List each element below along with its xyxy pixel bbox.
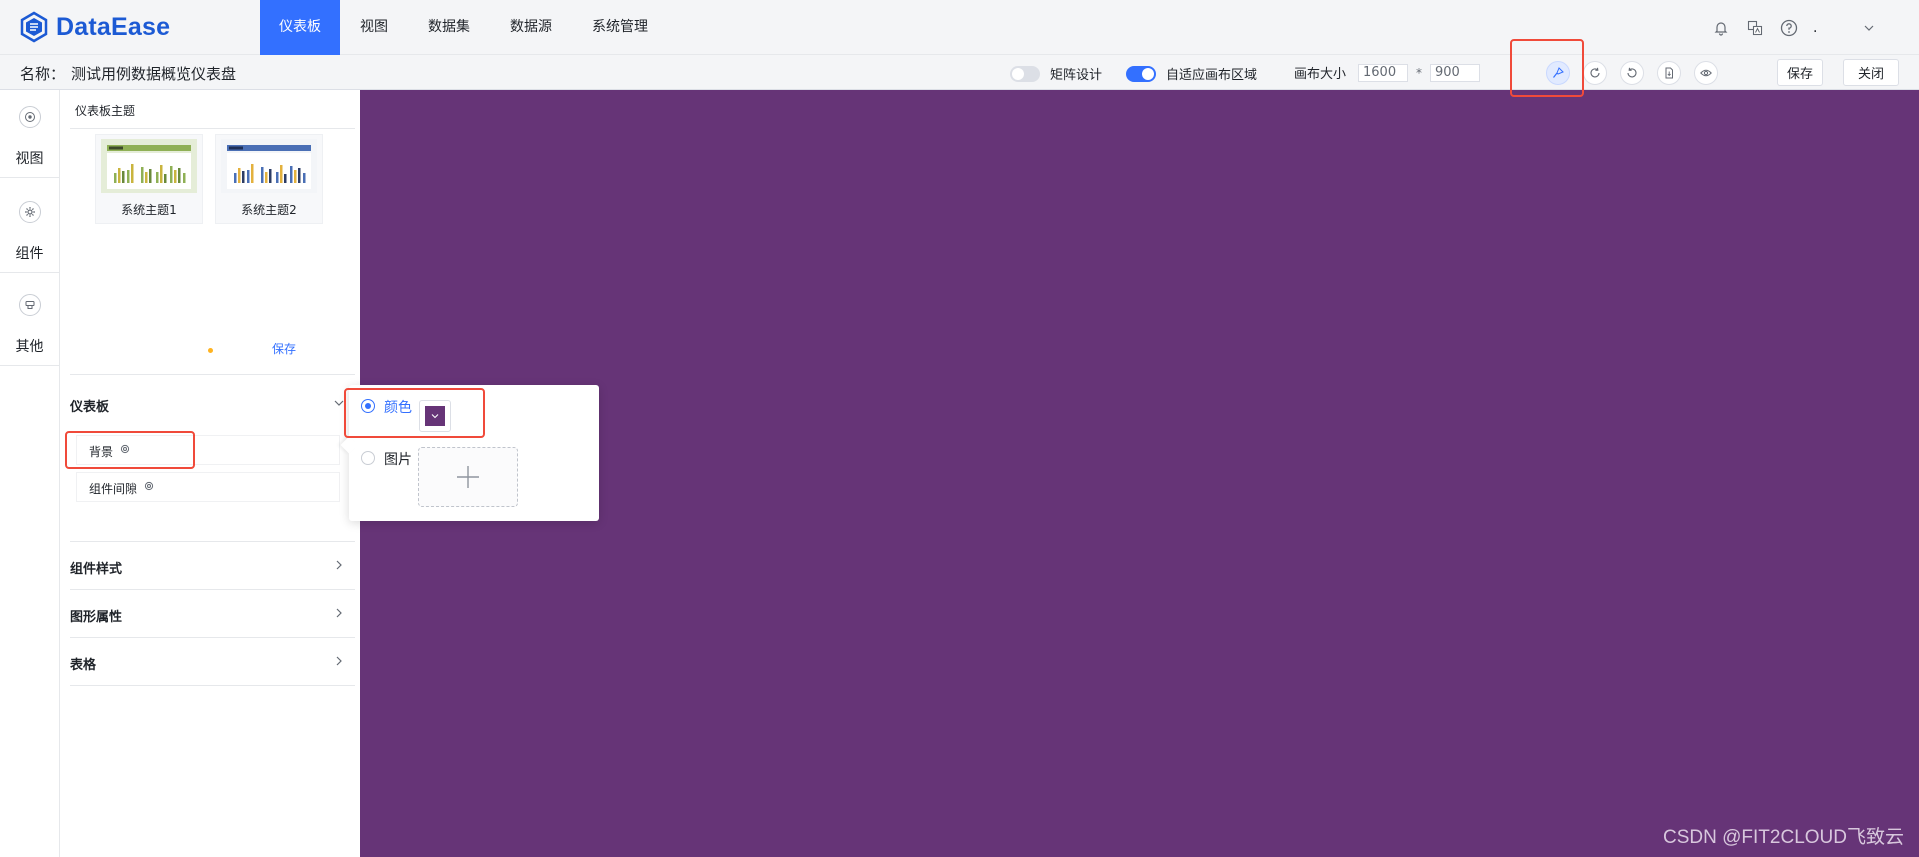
- top-navbar: DataEase 仪表板 视图 数据集 数据源 系统管理 .: [0, 0, 1919, 55]
- theme-1-thumbnail: [101, 139, 197, 193]
- canvas-width-input[interactable]: 1600: [1358, 63, 1409, 82]
- close-button[interactable]: 关闭: [1843, 59, 1899, 86]
- section-component-style[interactable]: 组件样式: [70, 542, 355, 590]
- chevron-down-icon: [431, 414, 439, 419]
- logo[interactable]: DataEase: [18, 10, 170, 44]
- rail-label-other: 其他: [15, 339, 44, 355]
- auto-fit-switch[interactable]: [1126, 65, 1156, 82]
- background-popover: 颜色 图片: [340, 385, 599, 521]
- refresh-icon[interactable]: [1583, 61, 1607, 85]
- section-graphic-props[interactable]: 图形属性: [70, 590, 355, 638]
- main-nav: 仪表板 视图 数据集 数据源 系统管理: [260, 0, 668, 55]
- divider: [70, 128, 355, 129]
- gear-icon[interactable]: [119, 443, 131, 458]
- chevron-right-icon: [333, 652, 345, 671]
- chevron-down-icon[interactable]: [1859, 18, 1879, 38]
- dashboard-name-label: 名称：: [20, 65, 66, 83]
- radio-color-label[interactable]: 颜色: [384, 397, 412, 417]
- rail-item-view[interactable]: 视图: [0, 90, 59, 178]
- theme-2-thumbnail: [221, 139, 317, 193]
- nav-item-view[interactable]: 视图: [340, 0, 408, 55]
- divider: [70, 374, 355, 375]
- logo-icon: [20, 11, 48, 43]
- nav-item-datasource[interactable]: 数据源: [490, 0, 572, 55]
- matrix-design-toggle-group: 矩阵设计: [1010, 64, 1102, 83]
- top-right-tools: .: [1697, 0, 1879, 55]
- watermark: CSDN @FIT2CLOUD飞致云: [1663, 827, 1904, 848]
- chevron-right-icon: [333, 556, 345, 575]
- plus-icon: [457, 466, 479, 488]
- theme-save-link[interactable]: 保存: [272, 340, 296, 357]
- dashboard-name-value[interactable]: 测试用例数据概览仪表盘: [71, 65, 236, 83]
- left-icon-rail: 视图 组件 其他: [0, 90, 60, 857]
- undo-icon[interactable]: [1620, 61, 1644, 85]
- color-picker[interactable]: [419, 400, 451, 432]
- settings-panel: 仪表板主题 系统主题1 系统主题2 保存 仪表板 背景 组件间隙 组件样式 图形…: [60, 90, 360, 857]
- setting-background[interactable]: 背景: [76, 435, 340, 465]
- auto-fit-toggle-group: 自适应画布区域: [1126, 64, 1257, 83]
- bell-icon[interactable]: [1711, 18, 1731, 38]
- section-table-title: 表格: [70, 658, 97, 673]
- gear-icon: [19, 201, 41, 223]
- nav-item-dataset[interactable]: 数据集: [408, 0, 490, 55]
- export-icon[interactable]: [1657, 61, 1681, 85]
- toolbar-icon-group: [1546, 61, 1731, 85]
- rail-item-component[interactable]: 组件: [0, 185, 59, 273]
- section-dashboard[interactable]: 仪表板: [70, 380, 355, 430]
- rail-label-component: 组件: [15, 246, 44, 262]
- gear-icon[interactable]: [143, 480, 155, 495]
- image-upload[interactable]: [418, 447, 518, 507]
- radio-color[interactable]: [361, 399, 375, 413]
- rail-label-view: 视图: [15, 151, 44, 167]
- canvas-size-group: 画布大小 1600 * 900: [1294, 63, 1481, 82]
- nav-item-dashboard[interactable]: 仪表板: [260, 0, 340, 55]
- theme-1-name: 系统主题1: [121, 203, 177, 217]
- logo-text: DataEase: [56, 12, 171, 41]
- theme-card-1[interactable]: 系统主题1: [95, 134, 203, 224]
- section-dashboard-title: 仪表板: [70, 400, 110, 415]
- matrix-design-switch[interactable]: [1010, 65, 1040, 82]
- style-brush-icon[interactable]: [1546, 61, 1570, 85]
- section-component-style-title: 组件样式: [70, 562, 123, 577]
- editor-toolbar: 名称： 测试用例数据概览仪表盘 矩阵设计 自适应画布区域 画布大小 1600 * …: [0, 55, 1919, 90]
- nav-item-system-admin[interactable]: 系统管理: [572, 0, 668, 55]
- theme-card-2[interactable]: 系统主题2: [215, 134, 323, 224]
- theme-title: 仪表板主题: [75, 104, 136, 118]
- chevron-right-icon: [333, 604, 345, 623]
- section-graphic-props-title: 图形属性: [70, 610, 123, 625]
- section-table[interactable]: 表格: [70, 638, 355, 686]
- target-icon: [19, 106, 41, 128]
- radio-image[interactable]: [361, 451, 375, 465]
- setting-background-label: 背景: [89, 445, 114, 459]
- preview-icon[interactable]: [1694, 61, 1718, 85]
- unsaved-indicator: [208, 348, 213, 353]
- component-icon: [19, 294, 41, 316]
- radio-image-label[interactable]: 图片: [384, 449, 412, 469]
- color-swatch: [425, 406, 445, 426]
- setting-component-gap[interactable]: 组件间隙: [76, 472, 340, 502]
- user-name[interactable]: .: [1813, 20, 1853, 36]
- help-icon[interactable]: [1779, 18, 1799, 38]
- save-button[interactable]: 保存: [1777, 59, 1823, 86]
- auto-fit-label: 自适应画布区域: [1166, 68, 1258, 83]
- translate-icon[interactable]: [1745, 18, 1765, 38]
- dashboard-name: 名称： 测试用例数据概览仪表盘: [20, 63, 236, 84]
- chevron-down-icon: [333, 394, 345, 413]
- matrix-design-label: 矩阵设计: [1050, 68, 1103, 83]
- canvas-size-label: 画布大小: [1294, 67, 1347, 82]
- setting-component-gap-label: 组件间隙: [89, 482, 138, 496]
- theme-2-name: 系统主题2: [241, 203, 297, 217]
- canvas-size-separator: *: [1416, 65, 1423, 80]
- canvas-height-input[interactable]: 900: [1430, 63, 1481, 82]
- rail-item-other[interactable]: 其他: [0, 278, 59, 366]
